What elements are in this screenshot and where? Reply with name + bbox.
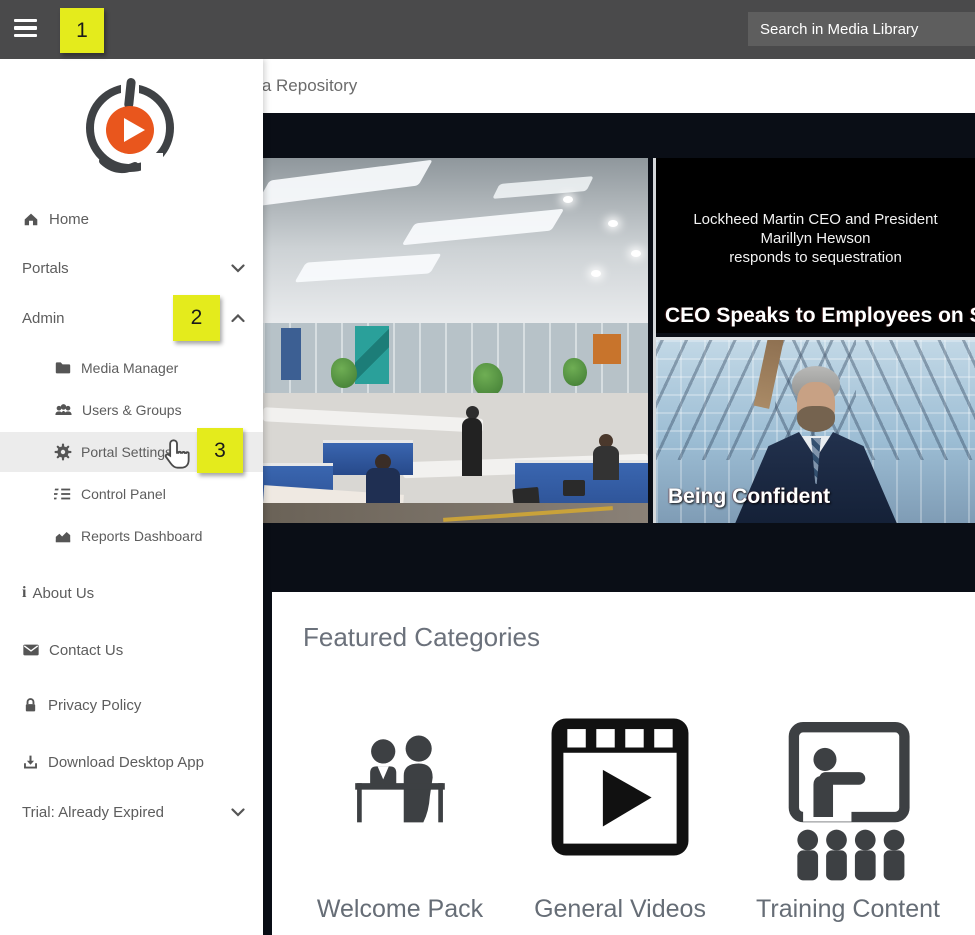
hamburger-icon[interactable]	[14, 19, 37, 37]
office-downlight	[591, 270, 601, 277]
caption-line: Marillyn Hewson	[656, 229, 975, 248]
hero-tiles-column: Lockheed Martin CEO and President Marill…	[653, 158, 975, 523]
office-back-wall	[263, 323, 648, 393]
caption-line: responds to sequestration	[656, 248, 975, 267]
sidebar-item-download-desktop-app[interactable]: Download Desktop App	[0, 742, 263, 782]
chevron-down-icon	[231, 804, 245, 821]
general-videos-icon[interactable]	[540, 708, 700, 871]
sidebar-item-label: Contact Us	[49, 642, 123, 659]
sidebar-item-label: Admin	[22, 310, 65, 327]
annotation-step-3: 3	[197, 428, 243, 473]
annotation-step-2: 2	[173, 295, 220, 341]
sidebar-item-portals[interactable]: Portals	[0, 248, 263, 288]
cursor-icon	[162, 438, 192, 475]
app-window: Media Repository	[0, 0, 975, 935]
chart-icon	[54, 527, 72, 545]
office-monitor	[563, 480, 585, 496]
office-person-body	[462, 418, 482, 476]
top-bar	[0, 0, 975, 59]
welcome-pack-icon[interactable]	[344, 725, 456, 850]
sidebar-item-label: Media Manager	[81, 360, 178, 376]
video-title: Being Confident	[668, 485, 830, 509]
video-tile-ceo[interactable]: Lockheed Martin CEO and President Marill…	[656, 158, 975, 333]
sidebar-item-home[interactable]: Home	[0, 199, 263, 239]
folder-icon	[54, 359, 72, 377]
category-label-welcome-pack[interactable]: Welcome Pack	[280, 895, 520, 924]
sidebar-item-label: Download Desktop App	[48, 754, 204, 771]
featured-categories-title: Featured Categories	[303, 622, 540, 653]
sidebar-item-label: Portals	[22, 260, 69, 277]
chevron-down-icon	[231, 260, 245, 277]
sidebar-item-label: Trial: Already Expired	[22, 804, 164, 821]
featured-categories-card: Featured Categories	[272, 592, 975, 935]
sidebar-item-users-groups[interactable]: Users & Groups	[0, 390, 263, 430]
office-plant	[473, 363, 503, 397]
sidebar-item-reports-dashboard[interactable]: Reports Dashboard	[0, 516, 263, 556]
office-plant	[563, 358, 587, 386]
office-downlight	[631, 250, 641, 257]
sidebar-item-label: Reports Dashboard	[81, 528, 202, 544]
office-person-body	[593, 446, 619, 480]
home-icon	[22, 210, 40, 228]
sidebar-item-label: Users & Groups	[82, 402, 182, 418]
sidebar-item-label: Control Panel	[81, 486, 166, 502]
office-downlight	[563, 196, 573, 203]
video-caption: Lockheed Martin CEO and President Marill…	[656, 210, 975, 267]
chevron-up-icon	[231, 310, 245, 327]
video-tile-being-confident[interactable]: Being Confident	[656, 337, 975, 523]
lock-icon	[22, 696, 39, 714]
sidebar-item-about-us[interactable]: i About Us	[0, 573, 263, 613]
carousel-slide-office[interactable]	[263, 158, 648, 523]
download-icon	[22, 753, 39, 771]
training-content-icon[interactable]	[773, 718, 923, 898]
gear-icon	[54, 443, 72, 461]
sidebar-item-privacy-policy[interactable]: Privacy Policy	[0, 685, 263, 725]
office-cabinet	[593, 334, 621, 364]
info-icon: i	[22, 584, 26, 602]
sidebar-item-label: Portal Settings	[81, 444, 172, 460]
sidebar-item-contact-us[interactable]: Contact Us	[0, 630, 263, 670]
sidebar-item-admin[interactable]: Admin	[0, 298, 263, 338]
annotation-step-1: 1	[60, 8, 104, 53]
sidebar-item-media-manager[interactable]: Media Manager	[0, 348, 263, 388]
sidebar-item-label: Home	[49, 211, 89, 228]
sidebar-item-label: Privacy Policy	[48, 697, 141, 714]
category-label-general-videos[interactable]: General Videos	[500, 895, 740, 924]
logo-icon[interactable]	[75, 73, 185, 188]
office-plant	[331, 358, 357, 388]
office-downlight	[608, 220, 618, 227]
envelope-icon	[22, 641, 40, 659]
search-input[interactable]	[748, 12, 975, 46]
video-title: CEO Speaks to Employees on Sequ...	[665, 304, 975, 328]
list-icon	[54, 485, 72, 503]
sidebar-item-trial-expired[interactable]: Trial: Already Expired	[0, 792, 263, 832]
office-poster	[355, 326, 389, 384]
office-door	[281, 328, 301, 380]
users-icon	[54, 401, 73, 419]
sidebar-item-label: About Us	[32, 585, 94, 602]
caption-line: Lockheed Martin CEO and President	[656, 210, 975, 229]
man-beard	[797, 406, 835, 432]
sidebar: Home Portals Admin Media Manager	[0, 59, 263, 935]
sidebar-item-control-panel[interactable]: Control Panel	[0, 474, 263, 514]
category-label-training-content[interactable]: Training Content	[728, 895, 968, 924]
